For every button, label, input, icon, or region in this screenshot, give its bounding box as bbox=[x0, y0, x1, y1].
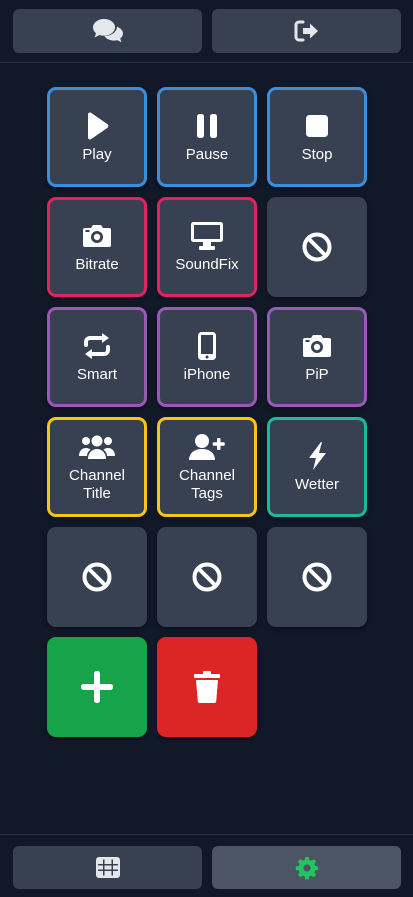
bitrate-label: Bitrate bbox=[75, 255, 119, 273]
trash-icon bbox=[193, 671, 221, 704]
top-bar bbox=[0, 0, 413, 63]
pause-button[interactable]: Pause bbox=[157, 87, 257, 187]
stop-icon bbox=[305, 111, 329, 141]
pause-label: Pause bbox=[185, 145, 229, 163]
bottom-bar bbox=[0, 834, 413, 897]
empty-slot-button[interactable] bbox=[157, 527, 257, 627]
play-label: Play bbox=[82, 145, 112, 163]
soundfix-label: SoundFix bbox=[175, 255, 239, 273]
play-button[interactable]: Play bbox=[47, 87, 147, 187]
ban-icon bbox=[301, 232, 333, 262]
bolt-icon bbox=[306, 441, 328, 471]
empty-slot-button[interactable] bbox=[47, 527, 147, 627]
camera-icon bbox=[302, 331, 332, 361]
iphone-button[interactable]: iPhone bbox=[157, 307, 257, 407]
pip-label: PiP bbox=[305, 365, 329, 383]
channel-title-label: Channel Title bbox=[69, 466, 125, 502]
plus-icon bbox=[80, 671, 114, 703]
iphone-label: iPhone bbox=[183, 365, 231, 383]
add-button[interactable] bbox=[47, 637, 147, 737]
chat-button[interactable] bbox=[13, 9, 202, 53]
wetter-button[interactable]: Wetter bbox=[267, 417, 367, 517]
pause-icon bbox=[196, 111, 218, 141]
mobile-icon bbox=[197, 331, 217, 361]
logout-button[interactable] bbox=[212, 9, 401, 53]
channel-title-button[interactable]: Channel Title bbox=[47, 417, 147, 517]
channel-tags-label: Channel Tags bbox=[179, 466, 235, 502]
empty-slot-button[interactable] bbox=[267, 527, 367, 627]
smart-label: Smart bbox=[76, 365, 117, 383]
button-grid: Play Pause Stop Bitrate SoundFix Smart i… bbox=[47, 87, 367, 737]
empty-slot-button[interactable] bbox=[267, 197, 367, 297]
camera-icon bbox=[82, 221, 112, 251]
play-icon bbox=[84, 111, 110, 141]
user-plus-icon bbox=[188, 432, 226, 462]
delete-button[interactable] bbox=[157, 637, 257, 737]
users-icon bbox=[78, 432, 116, 462]
grid-icon bbox=[95, 857, 120, 878]
ban-icon bbox=[191, 562, 223, 592]
repeat-icon bbox=[82, 331, 112, 361]
settings-button[interactable] bbox=[212, 846, 401, 889]
soundfix-button[interactable]: SoundFix bbox=[157, 197, 257, 297]
comments-icon bbox=[92, 18, 124, 44]
smart-button[interactable]: Smart bbox=[47, 307, 147, 407]
gear-icon bbox=[295, 856, 319, 880]
stop-label: Stop bbox=[301, 145, 333, 163]
pip-button[interactable]: PiP bbox=[267, 307, 367, 407]
ban-icon bbox=[81, 562, 113, 592]
stop-button[interactable]: Stop bbox=[267, 87, 367, 187]
desktop-icon bbox=[190, 221, 224, 251]
bitrate-button[interactable]: Bitrate bbox=[47, 197, 147, 297]
wetter-label: Wetter bbox=[295, 475, 339, 493]
ban-icon bbox=[301, 562, 333, 592]
channel-tags-button[interactable]: Channel Tags bbox=[157, 417, 257, 517]
grid-button[interactable] bbox=[13, 846, 202, 889]
sign-out-icon bbox=[294, 20, 320, 42]
